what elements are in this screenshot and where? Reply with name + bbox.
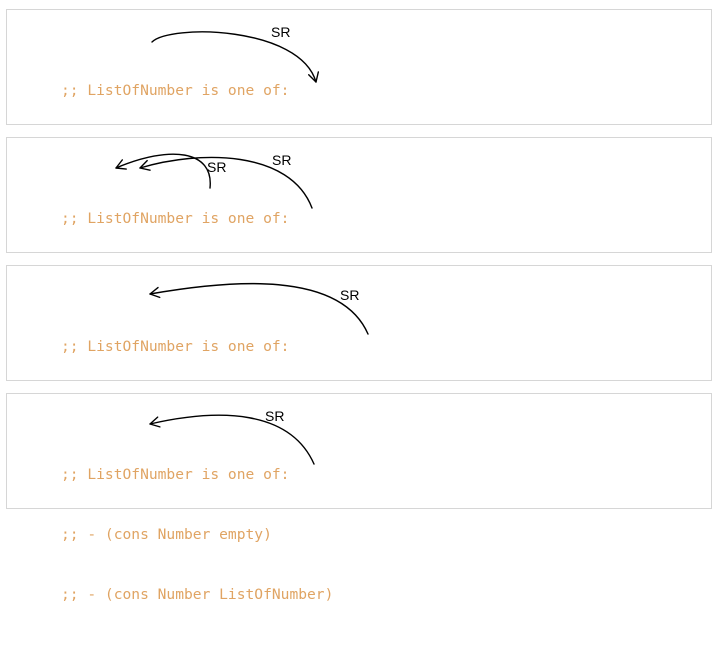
code-panel-3: ;; ListOfNumber is one of: ;; - (cons Nu…: [6, 265, 712, 475]
code-line-header: ;; ListOfNumber is one of:: [61, 210, 290, 227]
code-line-header: ;; ListOfNumber is one of:: [61, 338, 290, 355]
code-line-empty-case: ;; - (cons Number empty): [61, 526, 272, 543]
code-panel-4: ;; ListOfNumber is one of: ;; - (cons Nu…: [6, 393, 712, 603]
code-panel-2: ;; ListOfNumber is one of: ;; - (cons Nu…: [6, 137, 712, 347]
code-line-header: ;; ListOfNumber is one of:: [61, 82, 290, 99]
code-panel-1: ;; ListOfNumber is one of: ;; - (cons Nu…: [6, 9, 712, 219]
data-definition-code: ;; ListOfNumber is one of: ;; - (cons Nu…: [61, 425, 333, 645]
code-line-header: ;; ListOfNumber is one of:: [61, 466, 290, 483]
code-line-cons-case: ;; - (cons Number ListOfNumber): [61, 586, 334, 603]
